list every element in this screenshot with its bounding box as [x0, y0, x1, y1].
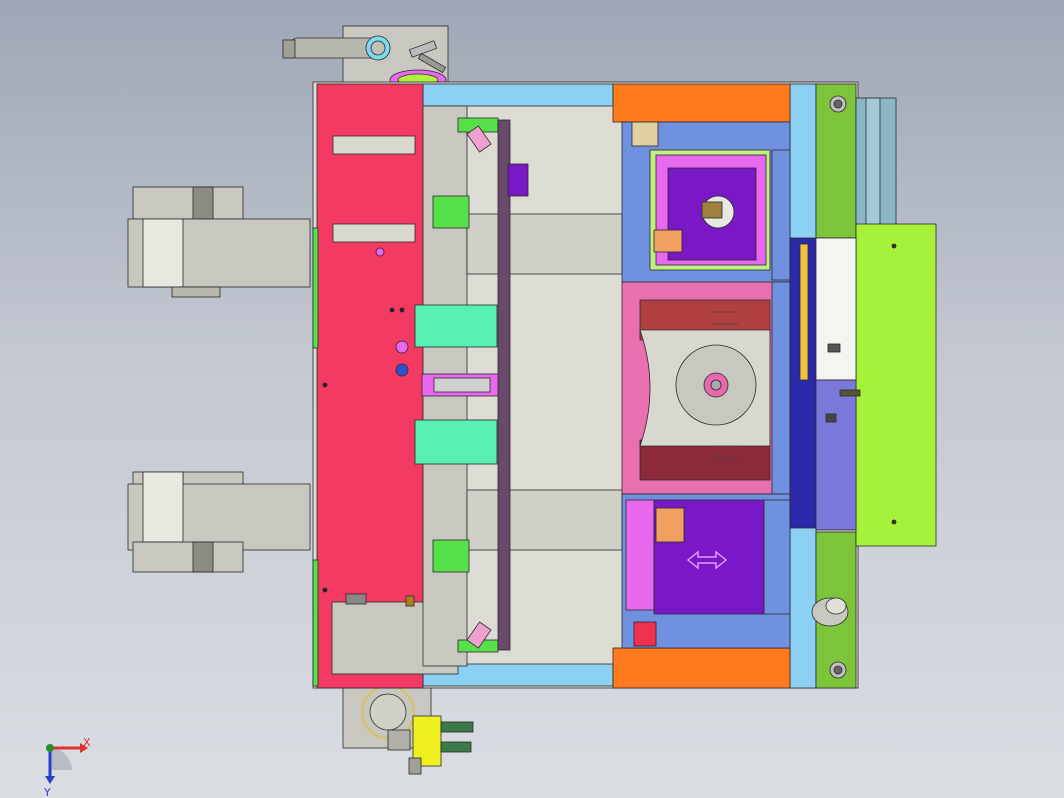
upper-chamber [621, 121, 791, 283]
left-actuator-upper [127, 186, 311, 298]
x-axis-label: X [83, 736, 91, 749]
y-axis-dot [46, 744, 54, 752]
top-pipe-assembly [282, 25, 449, 91]
left-actuator-lower [127, 471, 311, 573]
cad-viewport[interactable]: X Y [0, 0, 1064, 798]
bottom-pipe-assembly [342, 685, 474, 775]
z-axis-arrowhead [45, 776, 55, 784]
orientation-triad: X Y [43, 736, 91, 798]
y-axis-label: Y [43, 786, 51, 798]
central-drum [621, 281, 793, 495]
lower-chamber [621, 493, 791, 649]
